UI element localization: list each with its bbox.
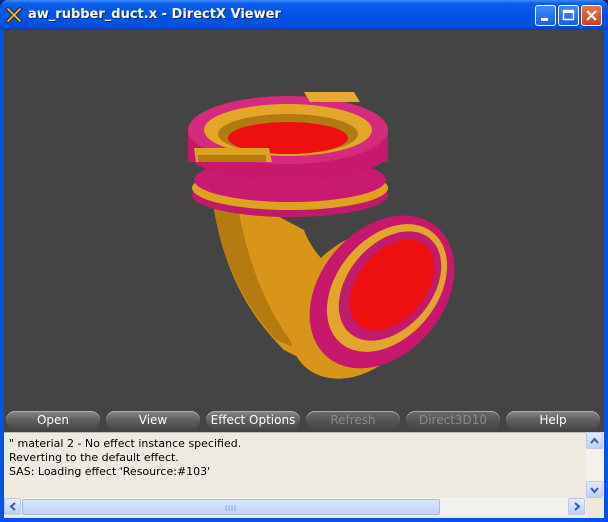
arrow-left-icon — [9, 502, 16, 511]
directx-app-icon — [6, 7, 22, 23]
output-log[interactable]: " material 2 - No effect instance specif… — [4, 432, 586, 499]
title-bar[interactable]: aw_rubber_duct.x - DirectX Viewer — [0, 0, 608, 30]
grip-icon — [225, 505, 236, 511]
client-area: Open View Effect Options Refresh Direct3… — [4, 30, 604, 518]
rubber-duct-model — [188, 92, 455, 379]
scroll-down-button[interactable] — [586, 481, 603, 498]
refresh-button[interactable]: Refresh — [306, 411, 400, 429]
close-button[interactable] — [581, 5, 602, 26]
3d-viewport[interactable] — [4, 30, 604, 408]
horizontal-scrollbar[interactable] — [4, 498, 586, 516]
maximize-button[interactable] — [558, 5, 579, 26]
arrow-right-icon — [574, 502, 581, 511]
scroll-right-button[interactable] — [568, 498, 585, 515]
vertical-scrollbar[interactable] — [586, 432, 604, 498]
open-button[interactable]: Open — [6, 411, 100, 429]
size-grip[interactable] — [586, 498, 604, 516]
effect-options-button[interactable]: Effect Options — [206, 411, 300, 429]
log-line: " material 2 - No effect instance specif… — [9, 437, 242, 450]
scroll-thumb[interactable] — [22, 499, 440, 515]
app-window: aw_rubber_duct.x - DirectX Viewer Open V… — [0, 0, 608, 522]
minimize-button[interactable] — [535, 5, 556, 26]
log-line: Reverting to the default effect. — [9, 451, 179, 464]
help-button[interactable]: Help — [506, 411, 600, 429]
scroll-up-button[interactable] — [586, 432, 603, 449]
arrow-down-icon — [590, 487, 599, 494]
scroll-left-button[interactable] — [4, 498, 21, 515]
toolbar: Open View Effect Options Refresh Direct3… — [4, 408, 604, 445]
direct3d10-mode-button[interactable]: Direct3D10 Mode — [406, 411, 500, 445]
close-icon — [586, 10, 597, 21]
log-line: SAS: Loading effect 'Resource:#103' — [9, 465, 211, 478]
maximize-icon — [562, 9, 575, 21]
minimize-icon — [541, 18, 548, 21]
arrow-up-icon — [590, 437, 599, 444]
view-button[interactable]: View — [106, 411, 200, 429]
window-title: aw_rubber_duct.x - DirectX Viewer — [28, 7, 281, 22]
